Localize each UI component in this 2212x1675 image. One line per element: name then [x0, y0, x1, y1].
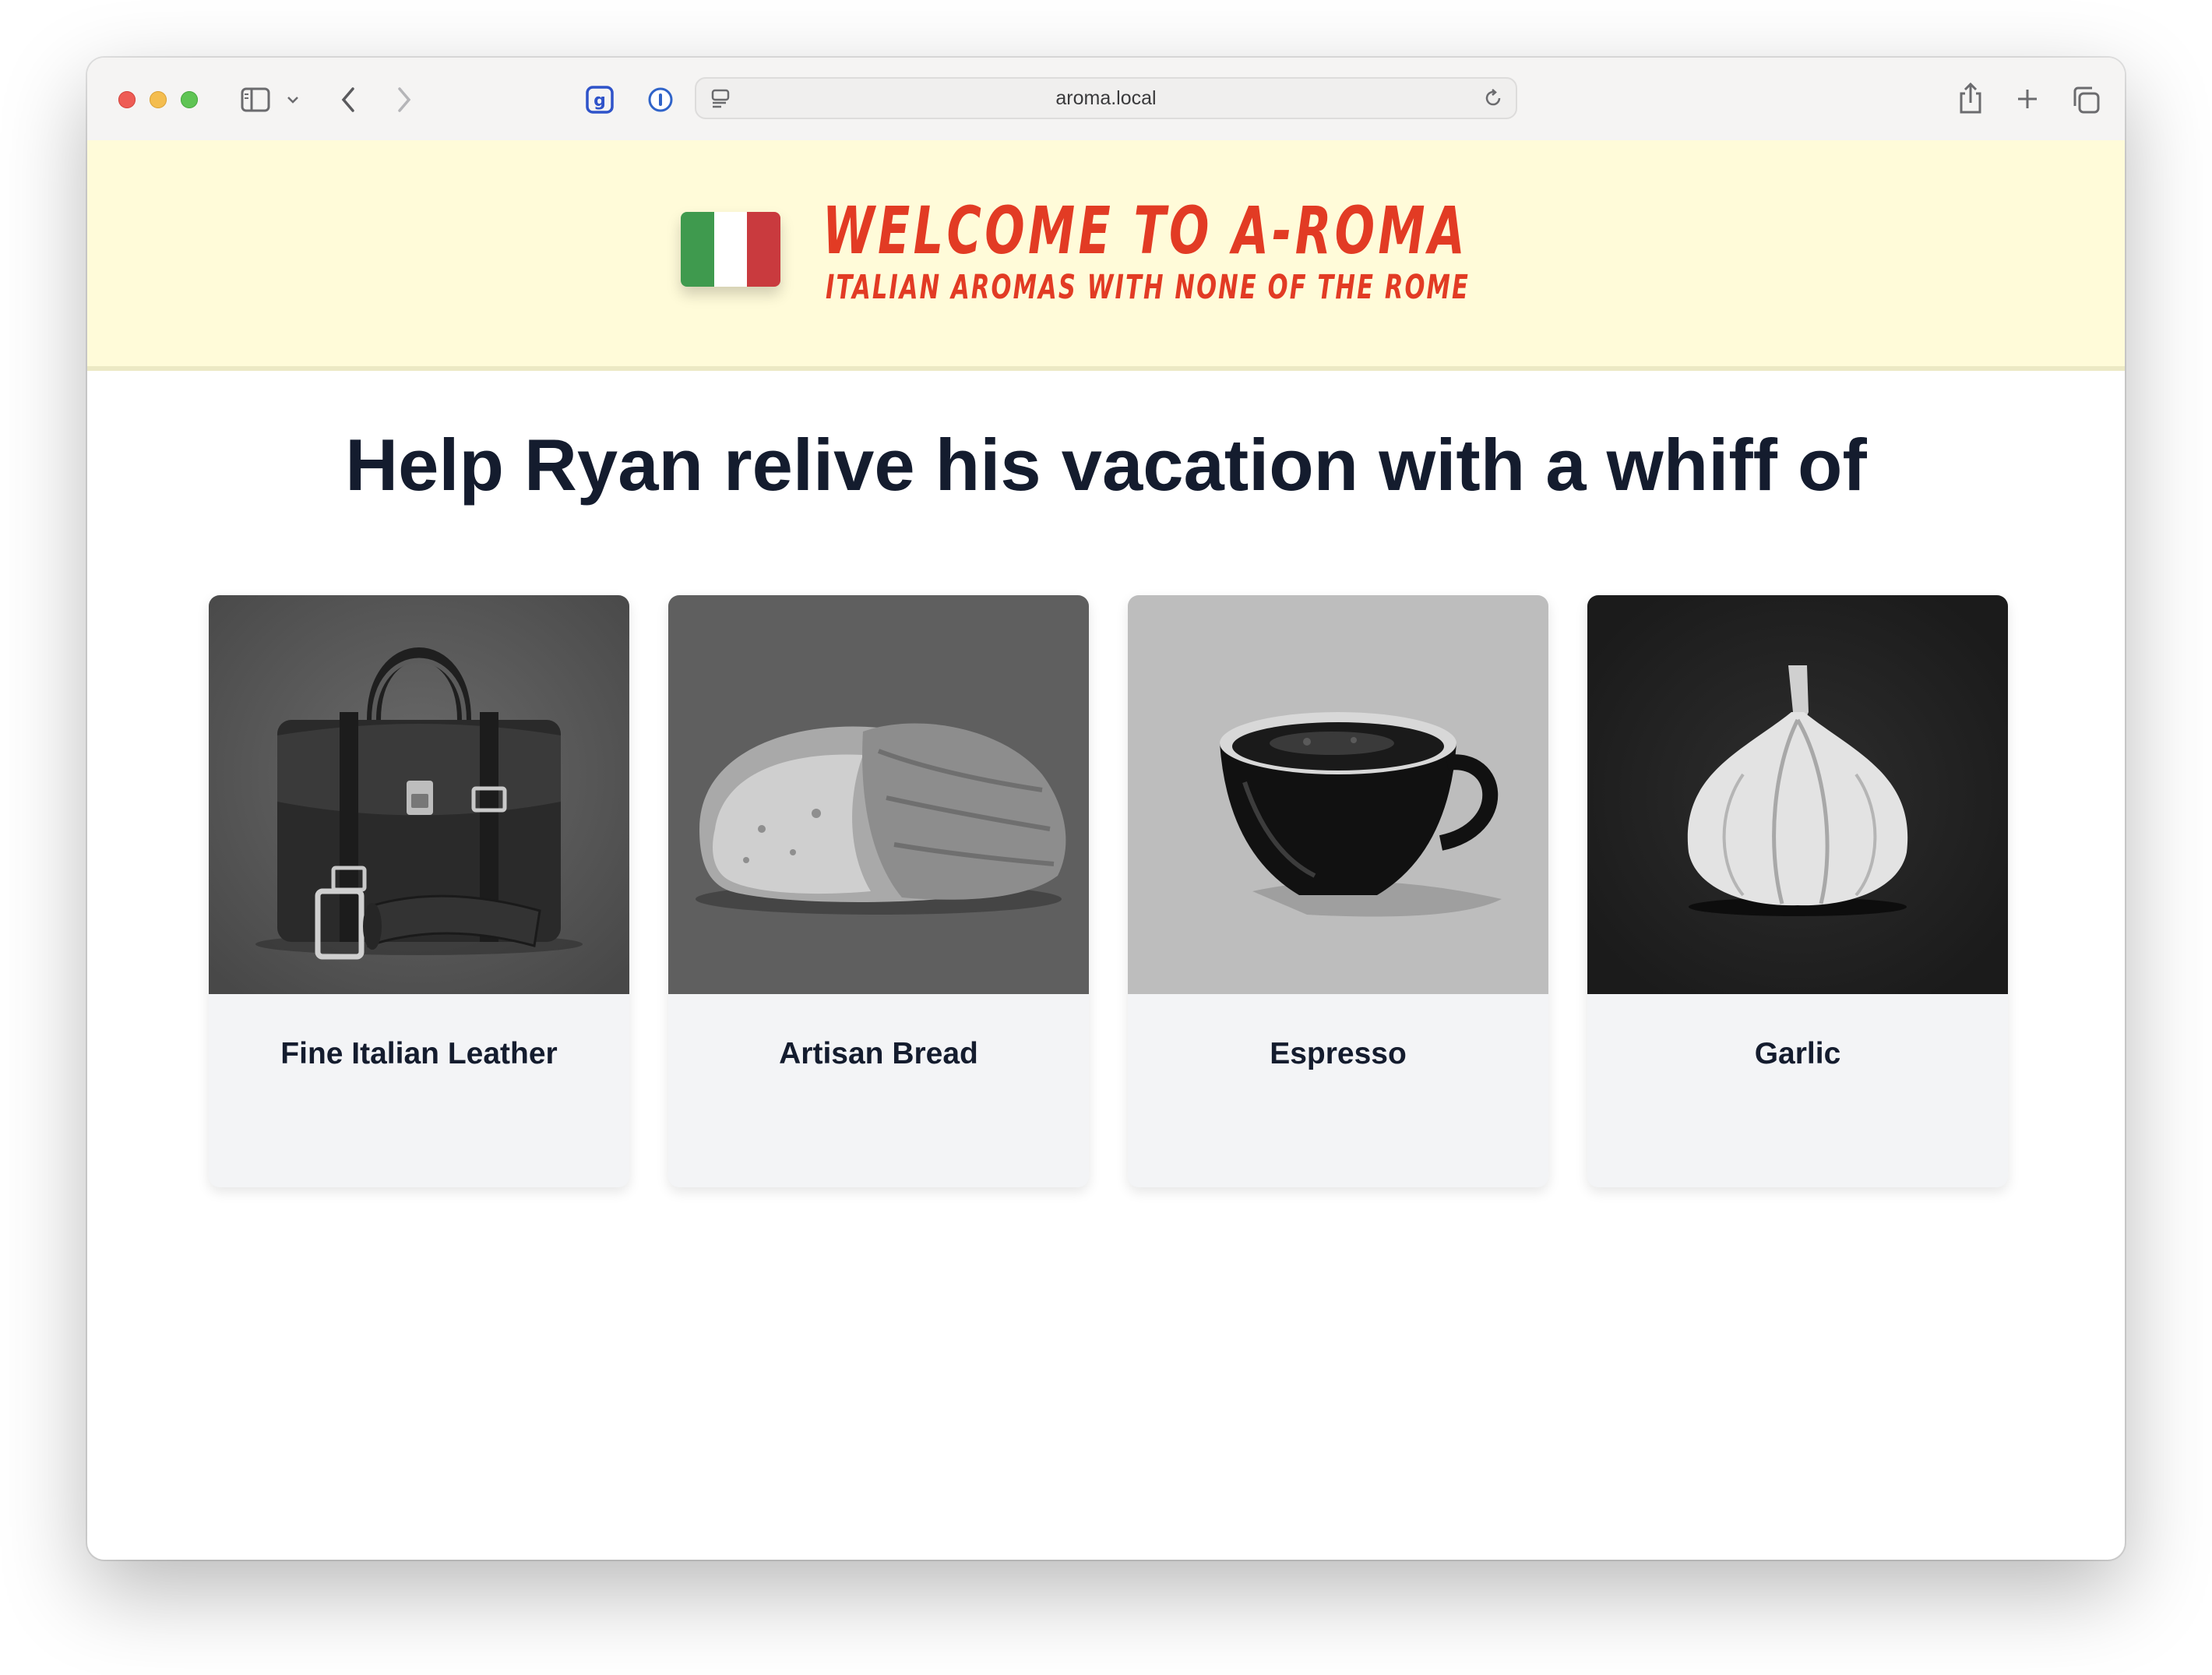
minimize-window-button[interactable] — [150, 91, 167, 108]
url-text: aroma.local — [1055, 87, 1157, 109]
card-label: Fine Italian Leather — [280, 1037, 558, 1070]
italian-flag-icon — [681, 212, 780, 287]
tabs-overview-icon[interactable] — [2070, 84, 2101, 115]
card-label: Artisan Bread — [779, 1037, 978, 1070]
password-icon[interactable] — [646, 86, 675, 114]
product-card-espresso[interactable]: Espresso — [1128, 595, 1548, 1187]
extension-icon[interactable]: g — [584, 84, 615, 115]
forward-icon[interactable] — [393, 84, 416, 115]
browser-toolbar: g aroma.local — [87, 58, 2125, 142]
site-title: WELCOME TO A-ROMA — [822, 192, 1468, 269]
site-tagline: ITALIAN AROMAS WITH NONE OF THE ROME — [826, 268, 1471, 307]
bread-image — [668, 595, 1089, 994]
product-card-leather[interactable]: Fine Italian Leather — [209, 595, 629, 1187]
hero-banner: WELCOME TO A-ROMA ITALIAN AROMAS WITH NO… — [87, 140, 2125, 371]
browser-window: g aroma.local WELCOME TO A-ROMA ITALIAN … — [87, 58, 2125, 1560]
share-icon[interactable] — [1957, 81, 1985, 115]
new-tab-icon[interactable] — [2014, 86, 2041, 112]
back-icon[interactable] — [336, 84, 360, 115]
product-card-garlic[interactable]: Garlic — [1587, 595, 2008, 1187]
zoom-window-button[interactable] — [181, 91, 198, 108]
garlic-image — [1587, 595, 2008, 994]
page-heading: Help Ryan relive his vacation with a whi… — [345, 424, 1867, 506]
card-label: Garlic — [1754, 1037, 1841, 1070]
product-card-bread[interactable]: Artisan Bread — [668, 595, 1089, 1187]
svg-text:g: g — [594, 91, 606, 111]
sidebar-icon[interactable] — [240, 86, 271, 114]
espresso-cup-image — [1128, 595, 1548, 994]
reload-icon[interactable] — [1481, 86, 1505, 110]
card-label: Espresso — [1270, 1037, 1407, 1070]
close-window-button[interactable] — [118, 91, 136, 108]
address-bar[interactable]: aroma.local — [695, 77, 1517, 119]
chevron-down-icon[interactable] — [285, 92, 301, 108]
leather-bag-image — [209, 595, 629, 994]
